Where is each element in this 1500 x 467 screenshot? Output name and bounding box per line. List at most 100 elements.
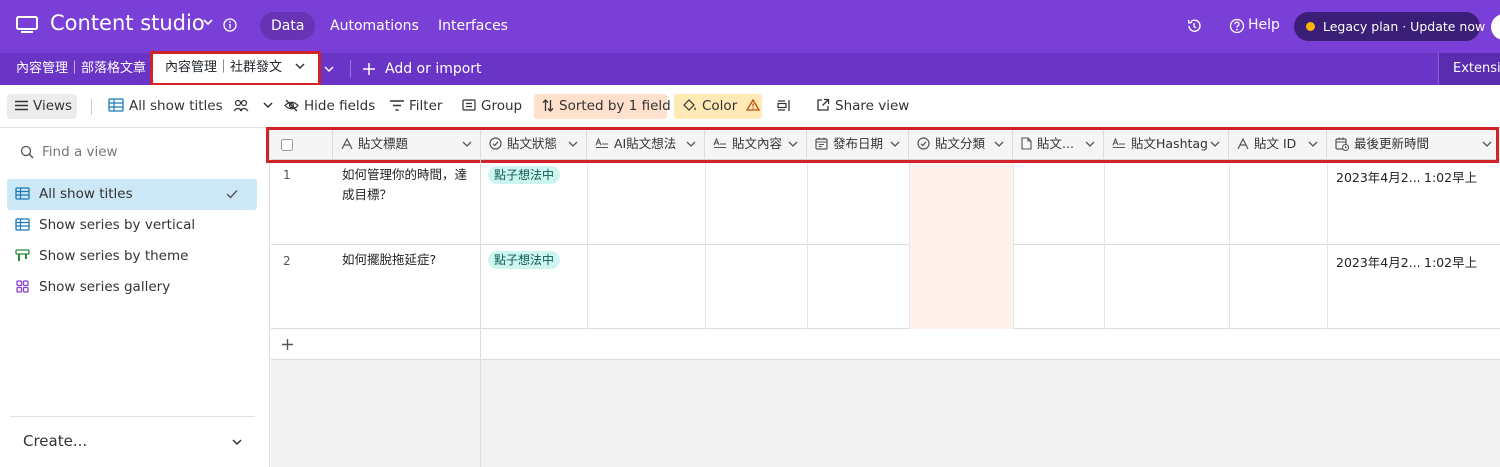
hide-fields-button[interactable]: Hide fields	[284, 94, 375, 119]
table-tab-social-label: 內容管理｜社群發文	[165, 60, 283, 75]
status-field-icon	[489, 137, 502, 150]
chevron-down-icon[interactable]	[686, 140, 696, 148]
last-modified-date[interactable]: 2023年4月2...	[1336, 167, 1421, 186]
sort-label: Sorted by 1 field	[559, 98, 671, 114]
column-header-title[interactable]: 貼文標題	[333, 128, 481, 160]
plus-icon[interactable]	[281, 338, 294, 351]
column-header-post-id[interactable]: 貼文 ID	[1229, 128, 1327, 160]
column-header-category[interactable]: 貼文分類	[909, 128, 1013, 160]
chevron-down-icon[interactable]	[294, 61, 306, 71]
share-view-button[interactable]: Share view	[816, 94, 909, 119]
monitor-icon[interactable]	[16, 16, 38, 34]
color-button[interactable]: Color	[674, 94, 762, 119]
legacy-plan-label: Legacy plan · Update now	[1323, 19, 1486, 34]
column-label: 貼文內容	[732, 136, 783, 151]
column-header-attachment[interactable]: 貼文...	[1013, 128, 1104, 160]
column-label: 貼文分類	[935, 136, 986, 151]
column-header-content[interactable]: 貼文內容	[705, 128, 807, 160]
column-label: 發布日期	[833, 136, 884, 151]
chevron-down-icon[interactable]	[890, 140, 900, 148]
status-field-icon	[917, 137, 930, 150]
search-icon	[20, 145, 34, 159]
title-cell[interactable]: 如何管理你的時間，達成目標？	[342, 165, 474, 205]
last-modified-time[interactable]: 1:02早上	[1424, 252, 1477, 271]
views-label: Views	[33, 98, 73, 114]
chevron-down-icon[interactable]	[1482, 140, 1492, 148]
chevron-down-icon[interactable]	[1210, 140, 1220, 148]
column-divider	[1229, 160, 1230, 329]
long-text-icon	[713, 137, 726, 148]
column-header-publish-date[interactable]: 發布日期	[807, 128, 909, 160]
sort-button[interactable]: Sorted by 1 field	[534, 94, 671, 119]
tab-automations[interactable]: Automations	[319, 12, 430, 40]
sidebar-item-all-show-titles[interactable]: All show titles	[7, 179, 257, 210]
views-button[interactable]: Views	[7, 94, 77, 119]
view-toolbar: Views All show titles Hide fields Filter…	[0, 85, 1500, 128]
column-divider	[1104, 160, 1105, 329]
row-height-icon	[777, 99, 790, 111]
tab-data[interactable]: Data	[260, 12, 316, 40]
eye-slash-icon	[284, 99, 299, 111]
chevron-down-icon[interactable]	[568, 140, 578, 148]
current-view-button[interactable]: All show titles	[108, 94, 279, 119]
status-badge[interactable]: 點子想法中	[488, 166, 561, 184]
column-label: 貼文...	[1037, 136, 1074, 151]
column-highlight	[909, 160, 1013, 329]
column-header-ai-ideas[interactable]: AI貼文想法	[587, 128, 705, 160]
app-title[interactable]: Content studio	[50, 11, 205, 35]
column-divider	[705, 160, 706, 329]
sidebar-item-series-by-theme[interactable]: Show series by theme	[7, 241, 257, 272]
checkbox[interactable]	[281, 138, 293, 151]
calendar-icon	[815, 137, 828, 150]
status-badge[interactable]: 點子想法中	[488, 251, 561, 269]
info-icon[interactable]	[223, 18, 237, 32]
sidebar-item-series-by-vertical[interactable]: Show series by vertical	[7, 210, 257, 241]
column-header-status[interactable]: 貼文狀態	[481, 128, 587, 160]
chevron-down-icon[interactable]	[994, 140, 1004, 148]
title-cell[interactable]: 如何擺脫拖延症?	[342, 250, 474, 270]
chevron-down-icon[interactable]	[788, 140, 798, 148]
column-label: 貼文Hashtag	[1131, 136, 1208, 151]
last-modified-time[interactable]: 1:02早上	[1424, 167, 1477, 186]
help-icon[interactable]	[1229, 18, 1245, 34]
chevron-down-icon[interactable]	[323, 64, 335, 74]
filter-button[interactable]: Filter	[390, 94, 442, 119]
help-link[interactable]: Help	[1248, 17, 1280, 33]
records-grid: 貼文標題 貼文狀態 AI貼文想法 貼文內容 發布日期 貼文分類 貼文... 貼文…	[266, 127, 1500, 467]
column-header-last-modified[interactable]: 最後更新時間	[1327, 128, 1500, 160]
sidebar-item-series-gallery[interactable]: Show series gallery	[7, 272, 257, 303]
chevron-down-icon[interactable]	[462, 140, 472, 148]
add-or-import-button[interactable]: Add or import	[385, 53, 482, 85]
table-tab-social[interactable]: 內容管理｜社群發文	[150, 51, 322, 86]
chevron-down-icon[interactable]	[1308, 140, 1318, 148]
chevron-down-icon[interactable]	[262, 100, 274, 110]
column-label: 貼文標題	[358, 136, 409, 151]
chevron-down-icon[interactable]	[202, 17, 214, 27]
column-label: 貼文狀態	[507, 136, 558, 151]
column-divider	[1327, 160, 1328, 329]
last-modified-date[interactable]: 2023年4月2...	[1336, 252, 1421, 271]
sort-icon	[542, 98, 554, 112]
grid-view-icon	[15, 217, 30, 231]
column-header-hashtag[interactable]: 貼文Hashtag	[1104, 128, 1229, 160]
chevron-down-icon[interactable]	[1085, 140, 1095, 148]
group-label: Group	[481, 98, 523, 114]
legacy-plan-button[interactable]: Legacy plan · Update now	[1294, 12, 1485, 41]
column-label: 貼文 ID	[1254, 136, 1297, 151]
table-tab-blog[interactable]: 內容管理｜部落格文章	[16, 53, 146, 85]
extensions-button[interactable]: Extensions	[1438, 53, 1500, 85]
divider	[10, 416, 255, 417]
check-icon	[226, 190, 238, 199]
select-all-cell[interactable]	[271, 128, 333, 160]
group-button[interactable]: Group	[462, 94, 522, 119]
plus-icon[interactable]	[362, 62, 376, 76]
add-record-row[interactable]	[271, 329, 1500, 360]
avatar[interactable]	[1491, 14, 1500, 40]
find-view-input[interactable]: Find a view	[20, 144, 118, 160]
history-icon[interactable]	[1186, 18, 1202, 34]
create-view-button[interactable]: Create...	[23, 432, 87, 450]
row-height-button[interactable]	[777, 94, 797, 119]
text-field-icon	[341, 137, 353, 149]
tab-interfaces[interactable]: Interfaces	[427, 12, 519, 40]
chevron-down-icon[interactable]	[231, 437, 243, 447]
